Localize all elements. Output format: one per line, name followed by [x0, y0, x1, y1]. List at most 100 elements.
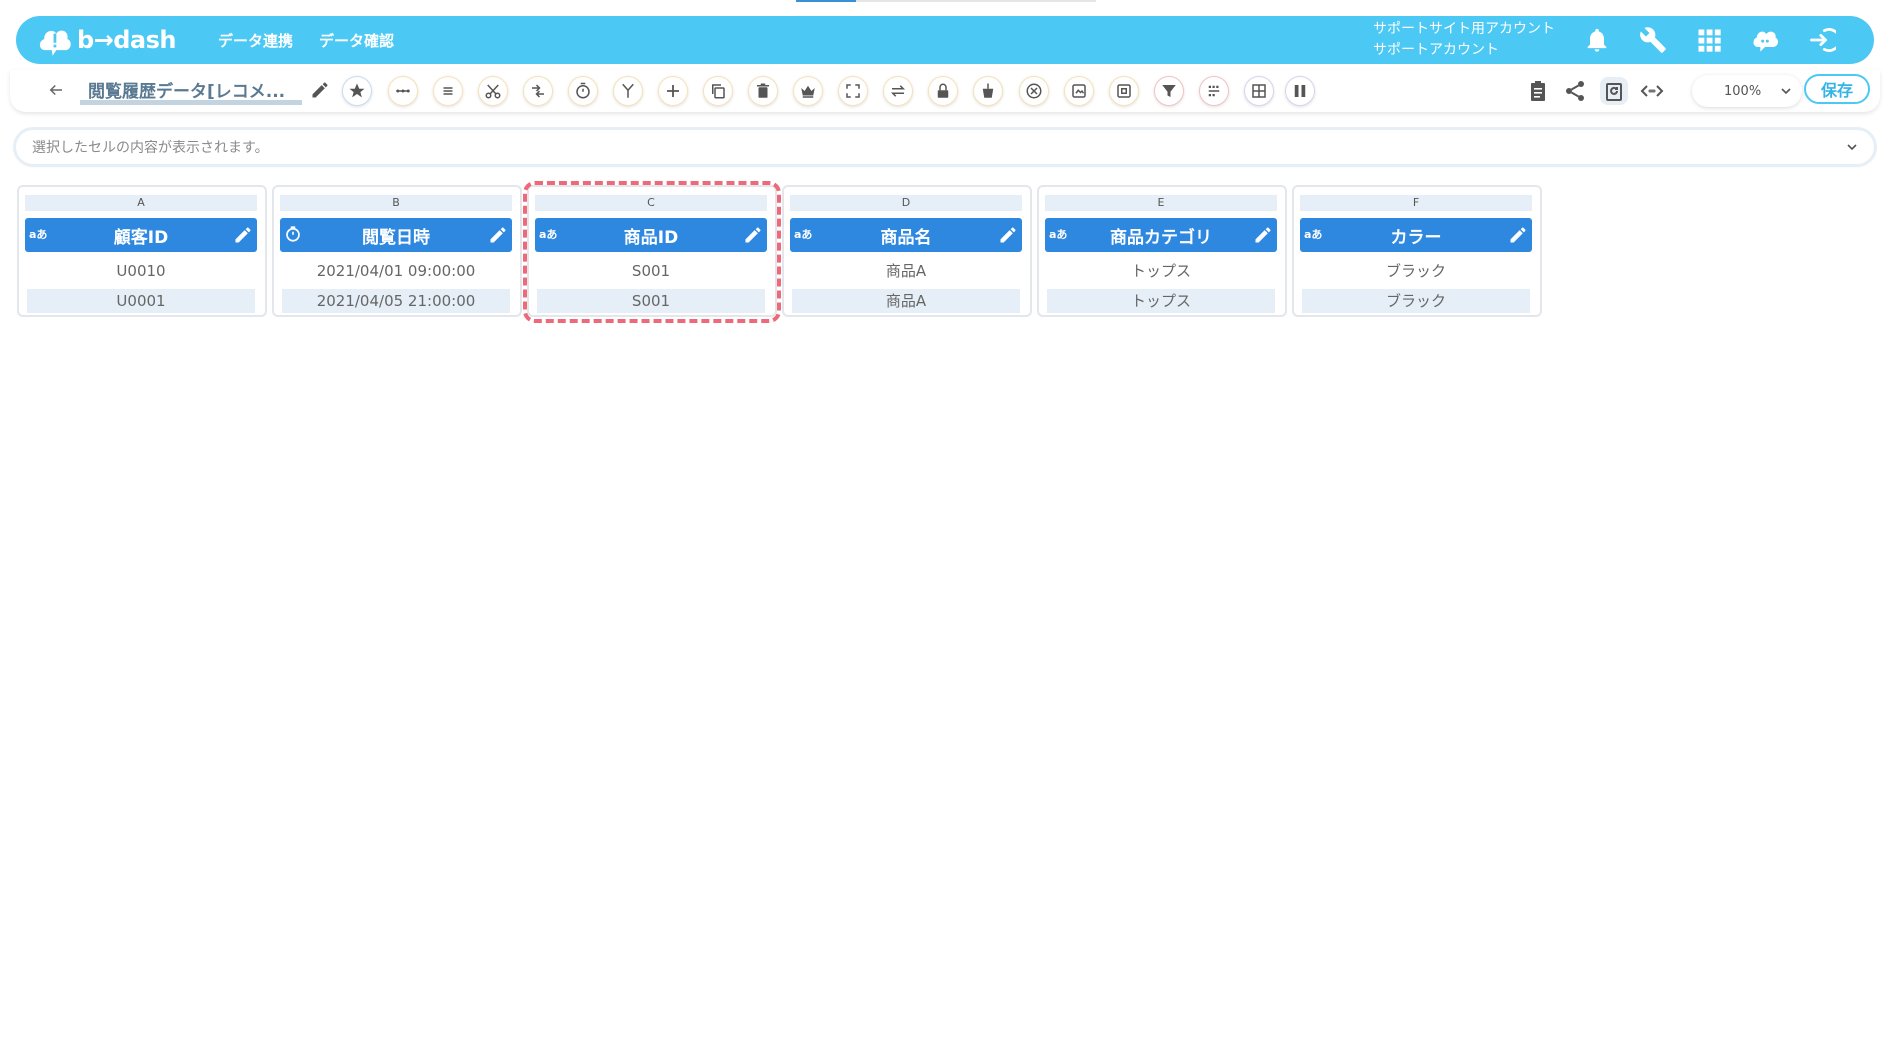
column-b[interactable]: B 閲覧日時 2021/04/01 09:00:00 2021/04/05 21… [272, 185, 522, 317]
frame-icon[interactable] [1109, 76, 1139, 106]
clock-type-icon [284, 225, 302, 246]
column-e[interactable]: E aあ 商品カテゴリ トップス トップス [1037, 185, 1287, 317]
account-line1: サポートサイト用アカウント [1373, 21, 1555, 37]
logo-text: b→dash [76, 26, 177, 54]
account-info[interactable]: サポートサイト用アカウント サポートアカウント [1373, 19, 1555, 61]
image-icon[interactable] [1064, 76, 1094, 106]
pencil-icon[interactable] [308, 78, 332, 102]
crown-icon[interactable] [793, 76, 823, 106]
column-name: カラー [1390, 227, 1442, 248]
text-type-icon: aあ [1049, 228, 1068, 241]
code-width-icon[interactable] [1638, 77, 1666, 105]
cloud-logo-icon [39, 30, 71, 56]
share-icon[interactable] [1561, 77, 1589, 105]
nav-data-check[interactable]: データ確認 [319, 30, 394, 51]
bell-icon[interactable] [1582, 25, 1612, 55]
column-name: 顧客ID [113, 227, 169, 248]
chevron-down-icon[interactable] [1844, 139, 1860, 155]
top-indicator [796, 0, 1096, 2]
top-indicator-active [796, 0, 856, 2]
column-letter: B [280, 195, 512, 211]
columns-icon[interactable] [1285, 76, 1315, 106]
logout-icon[interactable] [1807, 25, 1837, 55]
column-header[interactable]: aあ 商品名 [790, 218, 1022, 252]
column-c[interactable]: C aあ 商品ID S001 S001 [527, 185, 777, 317]
column-name: 商品カテゴリ [1110, 227, 1212, 248]
table-cell[interactable]: 商品A [792, 259, 1020, 283]
save-button[interactable]: 保存 [1804, 74, 1870, 104]
zoom-value: 100% [1724, 83, 1762, 99]
clipboard-icon[interactable] [1524, 77, 1552, 105]
column-f[interactable]: F aあ カラー ブラック ブラック [1292, 185, 1542, 317]
merge-icon[interactable] [613, 76, 643, 106]
cell-content-bar[interactable]: 選択したセルの内容が表示されます。 [16, 130, 1874, 164]
cut-icon[interactable] [478, 76, 508, 106]
pencil-icon[interactable] [998, 225, 1018, 245]
cell-content-placeholder: 選択したセルの内容が表示されます。 [32, 140, 269, 156]
text-type-icon: aあ [1304, 228, 1323, 241]
pencil-icon[interactable] [233, 225, 253, 245]
column-d[interactable]: D aあ 商品名 商品A 商品A [782, 185, 1032, 317]
swap-icon[interactable] [883, 76, 913, 106]
grid-icon[interactable] [1694, 25, 1724, 55]
column-letter: C [535, 195, 767, 211]
column-name: 閲覧日時 [362, 227, 430, 248]
table-cell[interactable]: U0010 [27, 259, 255, 283]
account-line2: サポートアカウント [1373, 42, 1499, 58]
sheet-title[interactable]: 閲覧履歴データ[レコメ... [80, 77, 302, 105]
column-name: 商品ID [623, 227, 679, 248]
column-header[interactable]: aあ 商品ID [535, 218, 767, 252]
dots-icon[interactable] [388, 76, 418, 106]
logo[interactable]: b→dash [36, 20, 177, 60]
text-type-icon: aあ [539, 228, 558, 241]
transform-icon[interactable] [523, 76, 553, 106]
app-header: b→dash データ連携 データ確認 サポートサイト用アカウント サポートアカウ… [16, 16, 1874, 64]
table-cell[interactable]: 2021/04/05 21:00:00 [282, 289, 510, 313]
pencil-icon[interactable] [1253, 225, 1273, 245]
column-letter: D [790, 195, 1022, 211]
pencil-icon[interactable] [488, 225, 508, 245]
chevron-down-icon [1781, 88, 1791, 95]
refresh-icon[interactable] [1600, 77, 1628, 105]
column-a[interactable]: A aあ 顧客ID U0010 U0001 [17, 185, 267, 317]
list-icon[interactable] [433, 76, 463, 106]
column-name: 商品名 [880, 227, 932, 248]
column-header[interactable]: aあ 顧客ID [25, 218, 257, 252]
back-arrow-icon[interactable] [44, 78, 68, 102]
text-type-icon: aあ [29, 228, 48, 241]
nav-data-link[interactable]: データ連携 [218, 30, 293, 51]
wrench-icon[interactable] [1638, 25, 1668, 55]
timer-icon[interactable] [568, 76, 598, 106]
filter-icon[interactable] [1154, 76, 1184, 106]
table-cell[interactable]: トップス [1047, 289, 1275, 313]
column-header[interactable]: 閲覧日時 [280, 218, 512, 252]
table-cell[interactable]: 商品A [792, 289, 1020, 313]
column-header[interactable]: aあ 商品カテゴリ [1045, 218, 1277, 252]
column-header[interactable]: aあ カラー [1300, 218, 1532, 252]
column-letter: E [1045, 195, 1277, 211]
column-letter: A [25, 195, 257, 211]
group-icon[interactable] [1199, 76, 1229, 106]
bucket-icon[interactable] [973, 76, 1003, 106]
table-cell[interactable]: S001 [537, 289, 765, 313]
table-icon[interactable] [1244, 76, 1274, 106]
table-cell[interactable]: 2021/04/01 09:00:00 [282, 259, 510, 283]
table-cell[interactable]: S001 [537, 259, 765, 283]
expand-icon[interactable] [838, 76, 868, 106]
star-icon[interactable] [342, 76, 372, 106]
text-type-icon: aあ [794, 228, 813, 241]
pencil-icon[interactable] [1508, 225, 1528, 245]
trash-icon[interactable] [748, 76, 778, 106]
zoom-select[interactable]: 100% [1692, 75, 1802, 107]
toolbar: 閲覧履歴データ[レコメ... 100% 保存 [10, 70, 1880, 112]
table-cell[interactable]: U0001 [27, 289, 255, 313]
table-cell[interactable]: トップス [1047, 259, 1275, 283]
pencil-icon[interactable] [743, 225, 763, 245]
plus-icon[interactable] [658, 76, 688, 106]
copy-icon[interactable] [703, 76, 733, 106]
chat-icon[interactable] [1750, 25, 1780, 55]
close-circle-icon[interactable] [1019, 76, 1049, 106]
lock-icon[interactable] [928, 76, 958, 106]
table-cell[interactable]: ブラック [1302, 259, 1530, 283]
table-cell[interactable]: ブラック [1302, 289, 1530, 313]
